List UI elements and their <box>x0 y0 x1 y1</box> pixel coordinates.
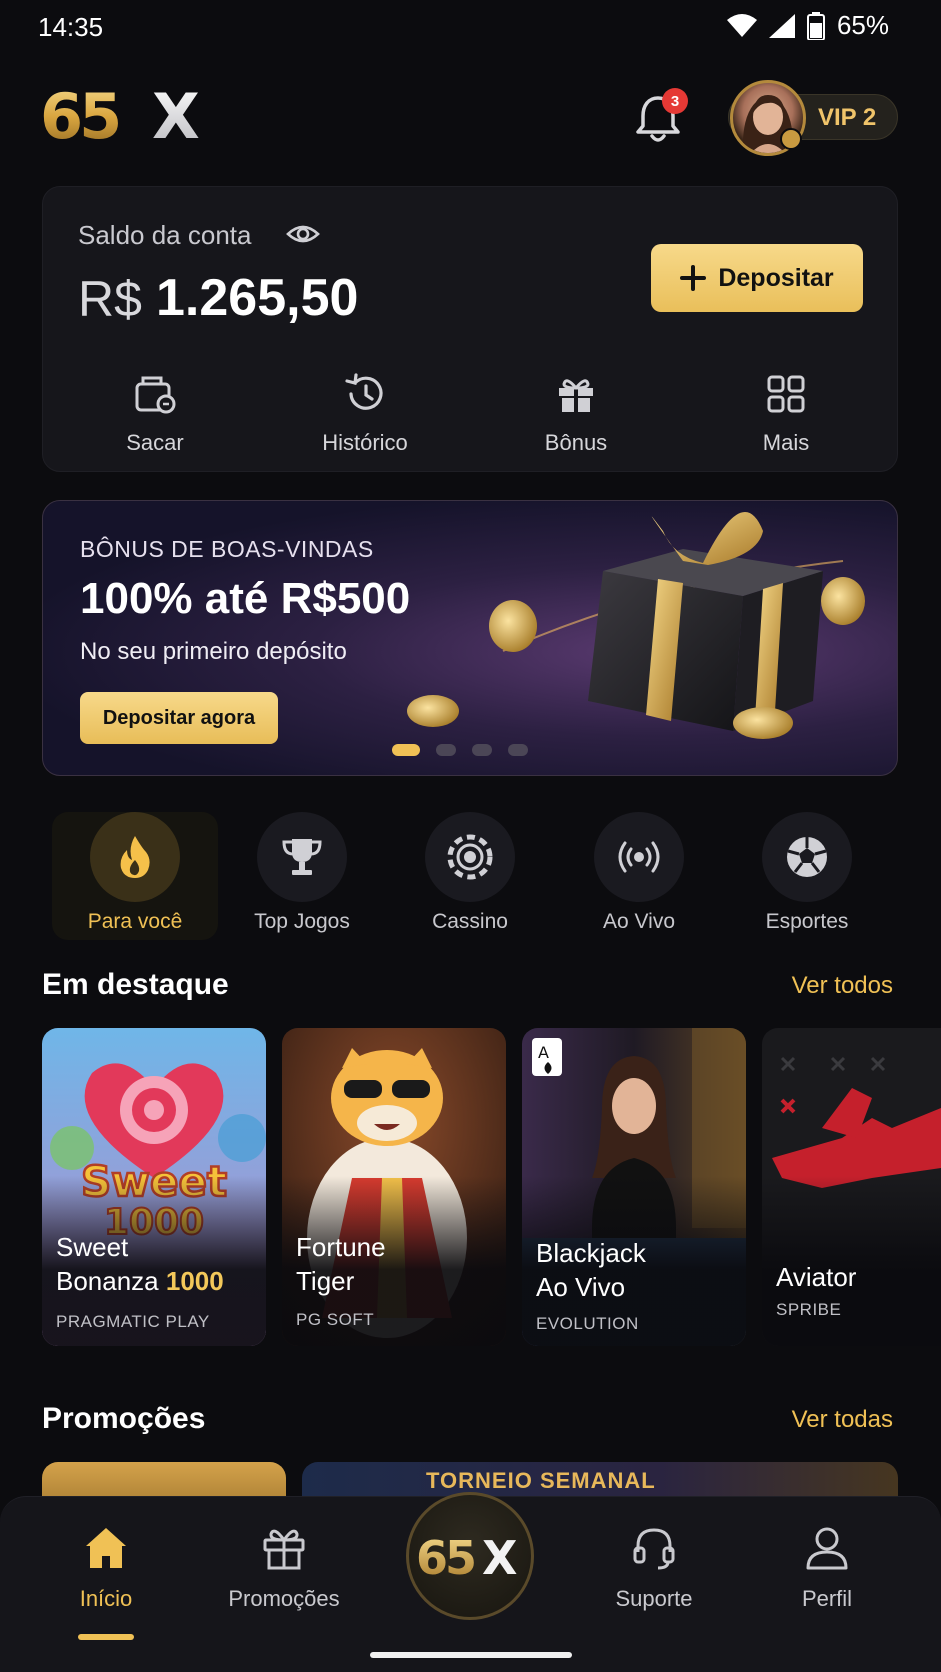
game-title: Sweet Bonanza 1000 <box>56 1232 224 1296</box>
category-cassino[interactable]: Cassino <box>386 812 554 934</box>
live-broadcast-icon <box>618 841 660 873</box>
status-time: 14:35 <box>38 12 104 42</box>
featured-title: Em destaque <box>42 968 229 1001</box>
category-label: Cassino <box>432 910 508 933</box>
game-provider: PRAGMATIC PLAY <box>56 1312 210 1331</box>
featured-see-all-link[interactable]: Ver todos <box>792 972 893 1000</box>
avatar-verified-badge <box>780 128 802 150</box>
status-icons: 65% <box>726 10 889 41</box>
pagination-dot[interactable] <box>508 744 528 756</box>
brand-logo-icon: 65 X <box>416 1532 517 1580</box>
balance-label: Saldo da conta <box>78 220 252 250</box>
nav-suporte[interactable]: Suporte <box>574 1524 734 1612</box>
gift-icon <box>263 1529 305 1570</box>
banner-title: 100% até R$500 <box>80 574 411 623</box>
user-icon <box>806 1527 848 1570</box>
game-provider: EVOLUTION <box>536 1314 639 1333</box>
game-provider: PG SOFT <box>296 1310 375 1329</box>
quick-action-bonus[interactable]: Bônus <box>496 372 656 456</box>
balance-amount: 1.265,50 <box>156 269 359 327</box>
soccer-ball-icon <box>787 837 827 877</box>
nav-label: Promoções <box>228 1586 340 1611</box>
gift-icon <box>559 379 593 412</box>
nav-active-indicator <box>78 1634 134 1640</box>
plus-icon <box>680 265 707 291</box>
game-card-sweet-bonanza[interactable]: Sweet 1000 SweetBonanza 1000 PRAGMATIC P… <box>42 1028 266 1346</box>
svg-text:X: X <box>482 1532 517 1580</box>
game-title: Aviator <box>776 1262 857 1292</box>
category-label: Ao Vivo <box>603 910 675 933</box>
game-title: Fortune Tiger <box>296 1232 386 1296</box>
svg-text:A: A <box>538 1043 549 1062</box>
pagination-dot[interactable] <box>436 744 456 756</box>
battery-percent: 65% <box>836 10 889 40</box>
quick-action-historico[interactable]: Histórico <box>285 372 445 456</box>
promotions-title: Promoções <box>42 1402 206 1435</box>
quick-action-mais[interactable]: Mais <box>706 372 866 456</box>
game-card-fortune-tiger[interactable]: Fortune Tiger PG SOFT <box>282 1028 506 1346</box>
promo-tournament-label: TORNEIO SEMANAL <box>426 1468 656 1493</box>
svg-text:X: X <box>152 82 200 146</box>
trophy-icon <box>282 839 322 875</box>
quick-action-label: Bônus <box>544 430 608 455</box>
nav-perfil[interactable]: Perfil <box>747 1524 907 1612</box>
deposit-button-label: Depositar <box>718 263 834 292</box>
center-brand-button[interactable]: 65 X <box>406 1492 534 1620</box>
category-label: Esportes <box>765 910 849 933</box>
banner-pagination <box>392 744 528 756</box>
game-provider: SPRIBE <box>776 1300 842 1319</box>
pagination-dot[interactable] <box>472 744 492 756</box>
deposit-button[interactable]: Depositar <box>651 244 863 312</box>
category-label: Top Jogos <box>254 910 350 933</box>
quick-action-label: Mais <box>762 430 810 455</box>
fire-icon <box>120 836 150 878</box>
category-label: Para você <box>87 910 183 933</box>
home-icon <box>86 1528 126 1568</box>
history-icon <box>345 373 383 410</box>
battery-icon <box>806 11 825 40</box>
grid-icon <box>767 375 805 413</box>
category-esportes[interactable]: Esportes <box>723 812 891 934</box>
deposit-now-button[interactable]: Depositar agora <box>80 692 278 744</box>
svg-text:65: 65 <box>40 82 118 146</box>
vip-label: VIP 2 <box>818 104 877 131</box>
game-card-aviator[interactable]: Aviator SPRIBE <box>762 1028 941 1346</box>
quick-action-label: Histórico <box>322 430 408 455</box>
notification-badge: 3 <box>662 88 688 114</box>
eye-icon[interactable] <box>286 222 320 246</box>
nav-label: Início <box>79 1586 133 1611</box>
casino-chip-icon <box>447 834 493 880</box>
quick-action-sacar[interactable]: Sacar <box>75 372 235 456</box>
signal-icon <box>768 13 795 38</box>
svg-text:65: 65 <box>416 1532 474 1580</box>
brand-logo[interactable]: 65 X <box>40 82 220 146</box>
wallet-icon <box>135 376 176 414</box>
category-ao-vivo[interactable]: Ao Vivo <box>555 812 723 934</box>
game-card-blackjack[interactable]: A Blackjack Ao Vivo EVOLUTION <box>522 1028 746 1346</box>
nav-promocoes[interactable]: Promoções <box>204 1524 364 1612</box>
balance-currency: R$ <box>78 271 142 327</box>
banner-kicker: BÔNUS DE BOAS-VINDAS <box>80 536 374 562</box>
quick-action-label: Sacar <box>126 430 184 455</box>
nav-inicio[interactable]: Início <box>26 1524 186 1612</box>
nav-label: Perfil <box>801 1586 853 1611</box>
pagination-dot-active[interactable] <box>392 744 420 756</box>
category-top-jogos[interactable]: Top Jogos <box>218 812 386 934</box>
banner-subtitle: No seu primeiro depósito <box>80 638 347 665</box>
system-home-indicator[interactable] <box>370 1652 572 1658</box>
nav-label: Suporte <box>615 1586 693 1611</box>
wifi-icon <box>726 13 757 37</box>
category-para-voce[interactable]: Para você <box>51 812 219 934</box>
promotions-see-all-link[interactable]: Ver todas <box>792 1406 893 1434</box>
headset-icon <box>633 1528 675 1570</box>
game-title: Blackjack Ao Vivo <box>536 1238 646 1302</box>
